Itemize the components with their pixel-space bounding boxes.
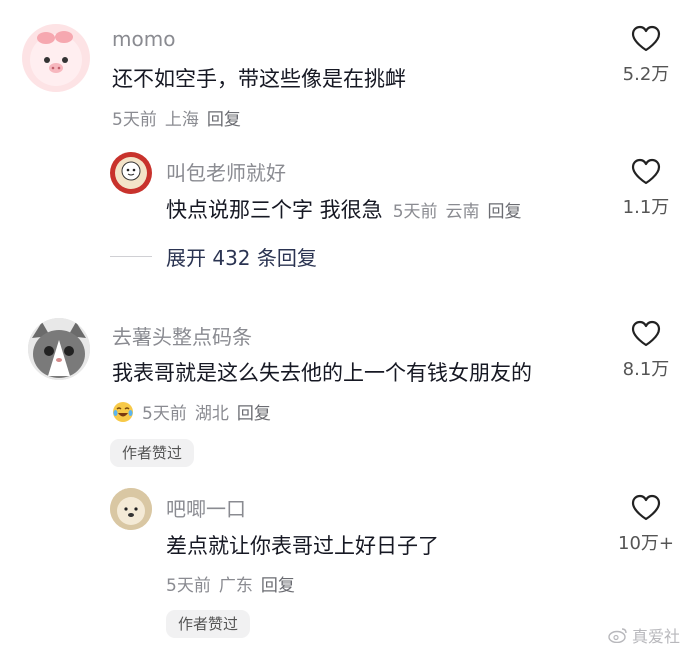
like-count: 8.1万 (622, 359, 670, 380)
reply-text: 差点就让你表哥过上好日子了 (166, 534, 439, 558)
heart-outline-icon[interactable] (631, 25, 661, 52)
reply-button[interactable]: 回复 (488, 202, 522, 222)
expand-replies-label[interactable]: 展开 432 条回复 (166, 242, 317, 271)
comment-username[interactable]: 去薯头整点码条 (112, 321, 252, 350)
avatar[interactable] (110, 488, 152, 530)
watermark-text: 真爱社 (631, 627, 680, 646)
avatar[interactable] (110, 152, 152, 194)
heart-outline-icon[interactable] (631, 320, 661, 347)
comment-text: 我表哥就是这么失去他的上一个有钱女朋友的 (112, 361, 532, 385)
author-liked-badge: 作者赞过 (166, 610, 251, 638)
comment-text: 还不如空手，带这些像是在挑衅 (112, 67, 406, 91)
reply-username[interactable]: 吧唧一口 (166, 493, 246, 522)
reply-text: 快点说那三个字 我很急 5天前 云南 回复 (166, 194, 522, 224)
heart-outline-icon[interactable] (631, 158, 661, 185)
reply-button[interactable]: 回复 (207, 110, 241, 130)
weibo-icon (608, 628, 627, 643)
divider (110, 256, 152, 257)
reply-meta: 5天前 云南 回复 (393, 202, 522, 222)
reply-button[interactable]: 回复 (237, 404, 271, 424)
like-count: 1.1万 (622, 197, 670, 218)
avatar[interactable] (28, 318, 90, 380)
reply-meta: 5天前 广东 回复 (166, 571, 295, 596)
like-button[interactable]: 8.1万 (611, 320, 681, 381)
comment-username[interactable]: momo (112, 27, 175, 51)
reply-button[interactable]: 回复 (261, 576, 295, 596)
comment-meta: 5天前 湖北 回复 (112, 399, 271, 424)
like-button[interactable]: 1.1万 (611, 158, 681, 219)
comment-time: 5天前 (142, 404, 187, 424)
comment-meta: 5天前 上海 回复 (112, 105, 241, 130)
reply-time: 5天前 (166, 576, 211, 596)
like-count: 10万+ (618, 533, 674, 554)
expand-replies-button[interactable]: 展开 432 条回复 (110, 242, 317, 271)
watermark: 真爱社 (608, 623, 680, 647)
reply-text-body: 快点说那三个字 我很急 (166, 198, 383, 222)
author-liked-badge: 作者赞过 (110, 439, 195, 467)
avatar[interactable] (22, 24, 90, 92)
like-button[interactable]: 5.2万 (611, 25, 681, 86)
heart-outline-icon[interactable] (631, 494, 661, 521)
reply-location: 广东 (218, 576, 253, 596)
reply-username[interactable]: 叫包老师就好 (166, 157, 286, 186)
like-count: 5.2万 (622, 64, 670, 85)
like-button[interactable]: 10万+ (611, 494, 681, 555)
comment-location: 湖北 (194, 404, 229, 424)
crying-laugh-emoji-icon (113, 402, 133, 422)
reply-location: 云南 (445, 202, 480, 222)
comment-location: 上海 (164, 110, 199, 130)
reply-time: 5天前 (392, 202, 438, 222)
comment-time: 5天前 (112, 110, 157, 130)
